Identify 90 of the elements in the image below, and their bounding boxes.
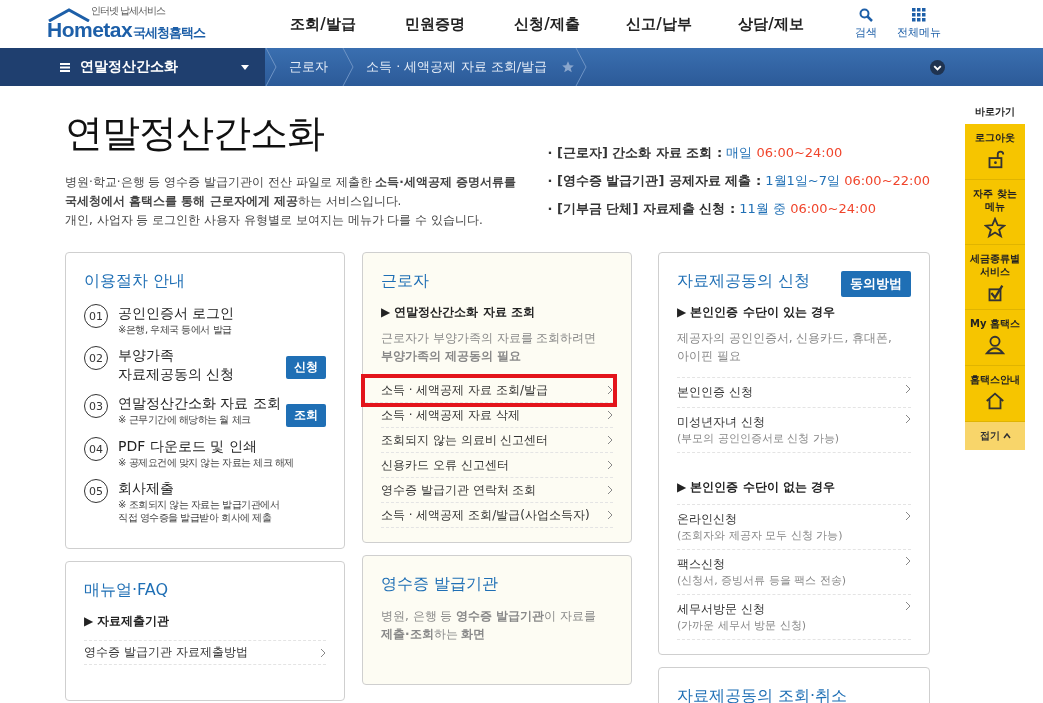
- chevron-right-icon: [905, 384, 911, 394]
- card-title: 자료제공동의 조회·취소: [677, 686, 849, 703]
- menu-link[interactable]: 소득 · 세액공제 조회/발급(사업소득자): [381, 503, 613, 528]
- main-menu-item[interactable]: 조회/발급: [267, 14, 379, 34]
- grid-icon: [912, 8, 926, 22]
- expand-icon[interactable]: [930, 59, 945, 75]
- chevron-right-icon: [607, 510, 613, 520]
- chevron-right-icon: [320, 647, 326, 658]
- quick-menu-item[interactable]: 로그아웃: [965, 124, 1025, 180]
- menu-link[interactable]: 영수증 발급기관 연락처 조회: [381, 478, 613, 503]
- search-icon: [859, 8, 873, 22]
- section-heading: ▶ 본인인증 수단이 있는 경우: [677, 304, 836, 321]
- main-menu-item[interactable]: 신청/제출: [491, 14, 603, 34]
- section-heading: ▶ 본인인증 수단이 없는 경우: [677, 479, 836, 496]
- section-heading: ▶ 자료제출기관: [84, 613, 171, 630]
- step-title: 회사제출: [118, 479, 175, 498]
- breadcrumb-link[interactable]: 소득 · 세액공제 자료 조회/발급: [354, 58, 562, 76]
- card-description: 근로자가 부양가족의 자료를 조회하려면 부양가족의 제공동의 필요: [381, 330, 598, 365]
- card-title: 자료제공동의 신청: [677, 271, 811, 292]
- menu-icon: [60, 62, 70, 72]
- quick-menu-item[interactable]: 홈택스안내: [965, 366, 1025, 422]
- card-description: 제공자의 공인인증서, 신용카드, 휴대폰, 아이핀 필요: [677, 330, 893, 365]
- quick-menu-title: 바로가기: [974, 105, 1016, 119]
- menu-link[interactable]: 조회되지 않는 의료비 신고센터: [381, 428, 613, 453]
- collapse-button[interactable]: 접기: [965, 422, 1025, 450]
- all-menu-button[interactable]: 전체메뉴: [897, 8, 941, 40]
- menu-link[interactable]: 신용카드 오류 신고센터: [381, 453, 613, 478]
- menu-link[interactable]: 소득 · 세액공제 자료 삭제: [381, 403, 613, 428]
- chevron-right-icon: [905, 556, 911, 566]
- page-title: 연말정산간소화: [65, 110, 325, 157]
- chevron-icon: [342, 48, 354, 86]
- section-dropdown[interactable]: 연말정산간소화: [0, 48, 265, 86]
- menu-link[interactable]: 소득 · 세액공제 자료 조회/발급: [365, 378, 613, 403]
- quick-menu-item[interactable]: 자주 찾는 메뉴: [965, 180, 1025, 245]
- caret-icon: [241, 64, 249, 70]
- main-menu-item[interactable]: 민원증명: [379, 14, 491, 34]
- chevron-right-icon: [607, 410, 613, 420]
- intro-text: 개인, 사업자 등 로그인한 사용자 유형별로 보여지는 메뉴가 다를 수 있습니다.: [65, 212, 484, 229]
- step-title: PDF 다운로드 및 인쇄: [118, 437, 258, 456]
- breadcrumb-link[interactable]: 근로자: [277, 58, 342, 76]
- house-icon: [984, 390, 1006, 412]
- chevron-right-icon: [905, 511, 911, 521]
- step-note: ※ 공제요건에 맞지 않는 자료는 체크 해제: [118, 456, 295, 469]
- logo-name[interactable]: 국세청홈택스: [133, 24, 205, 42]
- step-note: ※ 조회되지 않는 자료는 발급기관에서 직접 영수증을 발급받아 회사에 제출: [118, 498, 281, 524]
- menu-link[interactable]: 본인인증 신청: [677, 378, 911, 408]
- chevron-right-icon: [607, 460, 613, 470]
- step-note: ※은행, 우체국 등에서 발급: [118, 323, 233, 336]
- quick-menu-item[interactable]: 세금종류별 서비스: [965, 245, 1025, 310]
- schedule-line: · [영수증 발급기관] 공제자료 제출 : 1월1일~7일 06:00~22:00: [547, 172, 930, 190]
- chevron-right-icon: [905, 601, 911, 611]
- intro-text: 국세청에서 홈택스를 통해 근로자에게 제공하는 서비스입니다.: [65, 193, 403, 210]
- card-title: 이용절차 안내: [84, 271, 187, 292]
- step-button[interactable]: 조회: [286, 404, 326, 427]
- search-button[interactable]: 검색: [855, 8, 877, 40]
- chevron-icon: [575, 48, 588, 86]
- step-title: 공인인증서 로그인: [118, 304, 236, 323]
- step-note: ※ 근무기간에 해당하는 월 체크: [118, 413, 252, 426]
- chevron-right-icon: [905, 414, 911, 424]
- card-title: 근로자: [381, 271, 430, 292]
- schedule-line: · [기부금 단체] 자료제출 신청 : 11월 중 06:00~24:00: [547, 200, 877, 218]
- menu-link[interactable]: 팩스신청 (신청서, 증빙서류 등을 팩스 전송): [677, 550, 911, 595]
- menu-link[interactable]: 세무서방문 신청 (가까운 세무서 방문 신청): [677, 595, 911, 640]
- chevron-icon: [265, 48, 277, 86]
- chevron-right-icon: [607, 385, 613, 395]
- star-icon[interactable]: [561, 60, 576, 74]
- logo-tagline: 인터넷 납세서비스: [91, 4, 166, 18]
- main-menu-item[interactable]: 신고/납부: [603, 14, 715, 34]
- step-title: 부양가족 자료제공동의 신청: [118, 346, 236, 384]
- step-title: 연말정산간소화 자료 조회: [118, 394, 282, 413]
- intro-text: 병원·학교·은행 등 영수증 발급기관이 전산 파일로 제출한 소득·세액공제 증명서류를: [65, 174, 518, 191]
- house-roof-icon: [47, 8, 91, 22]
- logo-wordmark[interactable]: Hometax: [47, 18, 133, 42]
- step-button[interactable]: 신청: [286, 356, 326, 379]
- chevron-right-icon: [607, 485, 613, 495]
- card-title: 매뉴얼·FAQ: [84, 580, 170, 601]
- card-title: 영수증 발급기관: [381, 574, 500, 595]
- main-menu-item[interactable]: 상담/제보: [715, 14, 827, 34]
- caret-icon: [1002, 433, 1011, 439]
- person-icon: [984, 334, 1006, 356]
- card-description: 병원, 은행 등 영수증 발급기관이 자료를 제출·조회하는 화면: [381, 608, 598, 643]
- quick-menu-item[interactable]: My 홈택스: [965, 310, 1025, 366]
- menu-link[interactable]: 온라인신청 (조회자와 제공자 모두 신청 가능): [677, 505, 911, 550]
- star-icon: [984, 217, 1006, 239]
- schedule-line: · [근로자] 간소화 자료 조회 : 매일 06:00~24:00: [547, 144, 844, 162]
- menu-link[interactable]: 미성년자녀 신청 (부모의 공인인증서로 신청 가능): [677, 408, 911, 453]
- manual-link[interactable]: 영수증 발급기관 자료제출방법: [84, 640, 326, 665]
- consent-method-button[interactable]: 동의방법: [841, 271, 911, 297]
- section-heading: ▶ 연말정산간소화 자료 조회: [381, 304, 536, 321]
- chevron-right-icon: [607, 435, 613, 445]
